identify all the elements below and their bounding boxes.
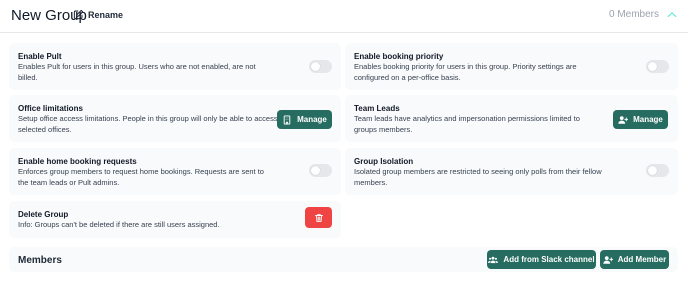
rename-label: Rename bbox=[88, 9, 124, 20]
members-title: Members bbox=[18, 255, 62, 266]
user-plus-icon bbox=[618, 115, 629, 124]
rename-button[interactable]: Rename bbox=[73, 9, 123, 20]
home-booking-requests-description: Enforces group members to request home b… bbox=[18, 167, 264, 187]
trash-icon bbox=[314, 213, 323, 222]
building-icon bbox=[283, 114, 291, 125]
toggle-knob bbox=[648, 166, 657, 175]
booking-priority-toggle[interactable] bbox=[646, 60, 669, 73]
delete-group-card: Delete Group Info: Groups can't be delet… bbox=[9, 201, 341, 238]
delete-group-title: Delete Group bbox=[18, 210, 69, 219]
delete-group-button[interactable] bbox=[305, 207, 332, 228]
group-isolation-description: Isolated group members are restricted to… bbox=[354, 167, 602, 187]
add-member-label: Add Member bbox=[617, 255, 667, 264]
office-limitations-manage-button[interactable]: Manage bbox=[277, 110, 332, 129]
user-plus-icon bbox=[603, 255, 613, 264]
group-header: New Group Rename 0 Members bbox=[0, 0, 688, 33]
manage-label: Manage bbox=[297, 115, 327, 124]
chevron-up-icon[interactable] bbox=[666, 9, 678, 21]
edit-icon bbox=[73, 9, 84, 20]
enable-pult-card: Enable Pult Enables Pult for users in th… bbox=[9, 43, 341, 90]
delete-group-description: Info: Groups can't be deleted if there a… bbox=[18, 220, 220, 229]
booking-priority-description: Enables booking priority for users in th… bbox=[354, 62, 577, 82]
add-from-slack-button[interactable]: Add from Slack channel bbox=[487, 250, 596, 269]
team-leads-description: Team leads have analytics and impersonat… bbox=[354, 114, 580, 134]
office-limitations-card: Office limitations Setup office access l… bbox=[9, 95, 341, 142]
group-isolation-card: Group Isolation Isolated group members a… bbox=[345, 148, 678, 195]
home-booking-requests-title: Enable home booking requests bbox=[18, 157, 137, 166]
toggle-knob bbox=[648, 62, 657, 71]
team-leads-card: Team Leads Team leads have analytics and… bbox=[345, 95, 678, 142]
booking-priority-title: Enable booking priority bbox=[354, 52, 444, 61]
toggle-knob bbox=[311, 62, 320, 71]
enable-pult-toggle[interactable] bbox=[309, 60, 332, 73]
toggle-knob bbox=[311, 166, 320, 175]
users-icon bbox=[488, 256, 499, 263]
enable-pult-title: Enable Pult bbox=[18, 52, 62, 61]
booking-priority-card: Enable booking priority Enables booking … bbox=[345, 43, 678, 90]
group-isolation-title: Group Isolation bbox=[354, 157, 414, 166]
members-section: Members Add from Slack channel Add Membe… bbox=[9, 247, 678, 272]
home-booking-requests-card: Enable home booking requests Enforces gr… bbox=[9, 148, 341, 195]
manage-label: Manage bbox=[633, 115, 663, 124]
office-limitations-description: Setup office access limitations. People … bbox=[18, 114, 278, 134]
add-from-slack-label: Add from Slack channel bbox=[503, 255, 595, 264]
team-leads-manage-button[interactable]: Manage bbox=[613, 110, 668, 129]
members-count: 0 Members bbox=[608, 9, 659, 20]
office-limitations-title: Office limitations bbox=[18, 104, 83, 113]
team-leads-title: Team Leads bbox=[354, 104, 400, 113]
enable-pult-description: Enables Pult for users in this group. Us… bbox=[18, 62, 256, 82]
group-isolation-toggle[interactable] bbox=[646, 164, 669, 177]
add-member-button[interactable]: Add Member bbox=[600, 250, 669, 269]
home-booking-requests-toggle[interactable] bbox=[309, 164, 332, 177]
